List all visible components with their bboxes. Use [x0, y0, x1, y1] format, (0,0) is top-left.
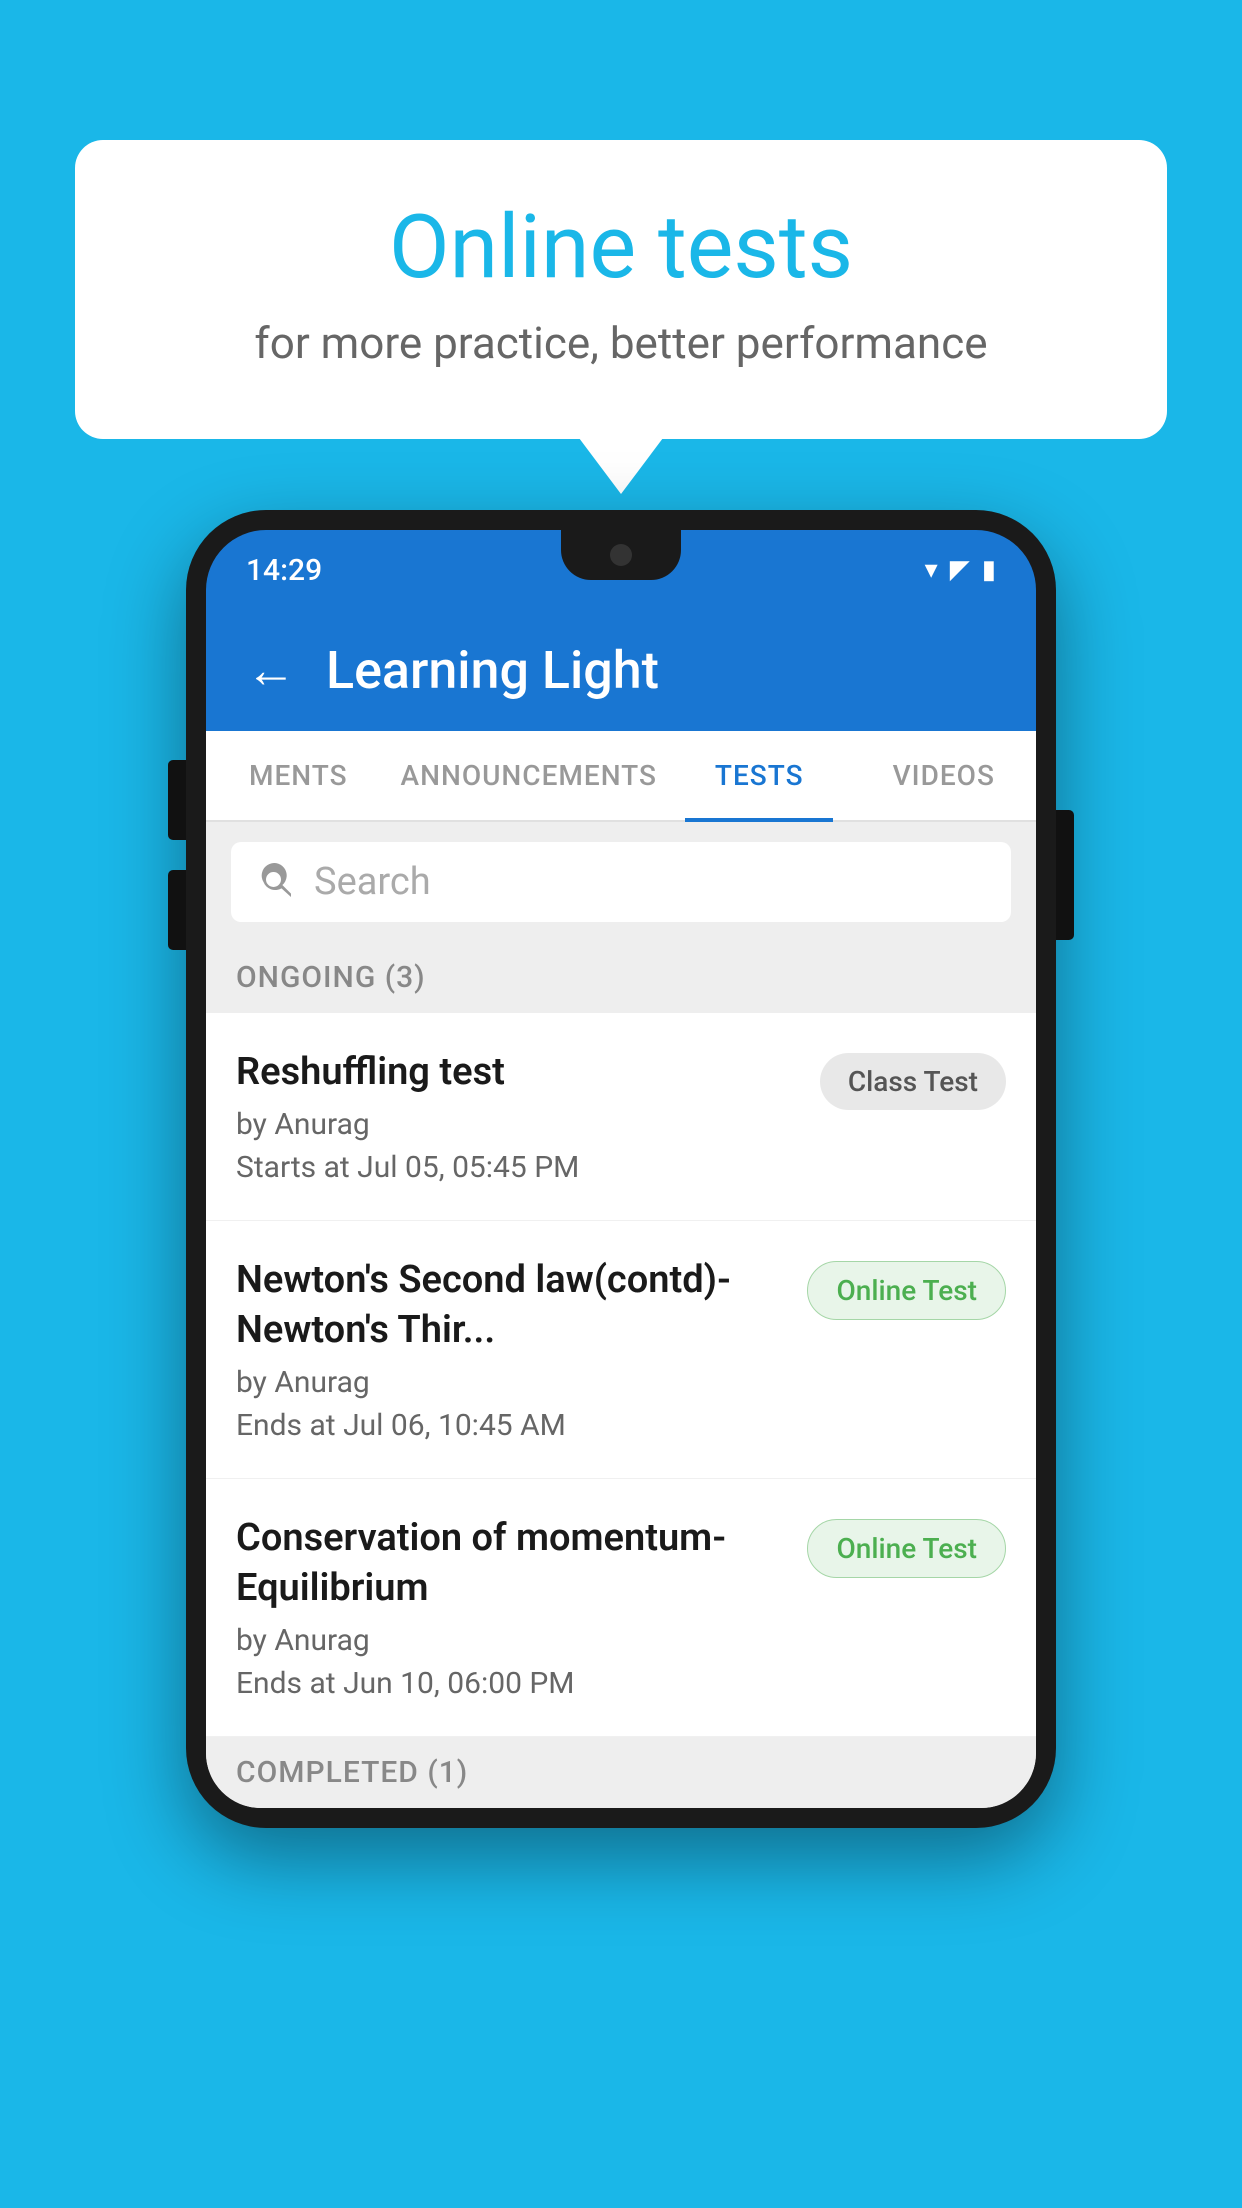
phone-wrapper: 14:29 ▾ ◤ ▮ ← Learning Light MENTS [186, 510, 1056, 1828]
test-list: Reshuffling test by Anurag Starts at Jul… [206, 1013, 1036, 1737]
tab-ments[interactable]: MENTS [206, 731, 391, 820]
test-name: Reshuffling test [236, 1048, 800, 1097]
tab-tests[interactable]: TESTS [667, 731, 852, 820]
test-item[interactable]: Newton's Second law(contd)-Newton's Thir… [206, 1221, 1036, 1479]
power-button[interactable] [1056, 810, 1074, 940]
status-bar: 14:29 ▾ ◤ ▮ [206, 530, 1036, 610]
status-time: 14:29 [246, 553, 322, 588]
volume-up-button[interactable] [168, 760, 186, 840]
speech-bubble: Online tests for more practice, better p… [75, 140, 1167, 439]
battery-icon: ▮ [982, 555, 996, 585]
tab-videos[interactable]: VIDEOS [851, 731, 1036, 820]
test-info: Conservation of momentum-Equilibrium by … [236, 1514, 787, 1701]
test-by: by Anurag [236, 1623, 787, 1658]
test-info: Reshuffling test by Anurag Starts at Jul… [236, 1048, 800, 1185]
test-time: Ends at Jun 10, 06:00 PM [236, 1666, 787, 1701]
phone-device: 14:29 ▾ ◤ ▮ ← Learning Light MENTS [186, 510, 1056, 1828]
test-badge-online: Online Test [807, 1519, 1006, 1578]
search-icon [256, 862, 296, 902]
ongoing-section-header: ONGOING (3) [206, 942, 1036, 1013]
phone-notch [561, 530, 681, 580]
test-time: Starts at Jul 05, 05:45 PM [236, 1150, 800, 1185]
test-badge-class: Class Test [820, 1053, 1006, 1110]
test-by: by Anurag [236, 1365, 787, 1400]
test-item[interactable]: Reshuffling test by Anurag Starts at Jul… [206, 1013, 1036, 1221]
tab-announcements[interactable]: ANNOUNCEMENTS [391, 731, 667, 820]
back-button[interactable]: ← [246, 646, 296, 696]
app-header: ← Learning Light [206, 610, 1036, 731]
signal-icon: ◤ [950, 555, 970, 585]
volume-down-button[interactable] [168, 870, 186, 950]
tabs-bar: MENTS ANNOUNCEMENTS TESTS VIDEOS [206, 731, 1036, 822]
test-name: Newton's Second law(contd)-Newton's Thir… [236, 1256, 787, 1355]
app-title: Learning Light [326, 640, 659, 701]
phone-screen: ← Learning Light MENTS ANNOUNCEMENTS TES… [206, 610, 1036, 1808]
test-item[interactable]: Conservation of momentum-Equilibrium by … [206, 1479, 1036, 1737]
speech-bubble-container: Online tests for more practice, better p… [75, 140, 1167, 439]
search-placeholder: Search [314, 860, 431, 904]
test-by: by Anurag [236, 1107, 800, 1142]
status-icons: ▾ ◤ ▮ [925, 555, 996, 585]
front-camera [610, 544, 632, 566]
test-name: Conservation of momentum-Equilibrium [236, 1514, 787, 1613]
completed-section-header: COMPLETED (1) [206, 1737, 1036, 1808]
search-box[interactable]: Search [231, 842, 1011, 922]
bubble-subtitle: for more practice, better performance [155, 317, 1087, 369]
test-time: Ends at Jul 06, 10:45 AM [236, 1408, 787, 1443]
search-container: Search [206, 822, 1036, 942]
test-badge-online: Online Test [807, 1261, 1006, 1320]
wifi-icon: ▾ [925, 555, 938, 585]
bubble-title: Online tests [155, 200, 1087, 297]
test-info: Newton's Second law(contd)-Newton's Thir… [236, 1256, 787, 1443]
